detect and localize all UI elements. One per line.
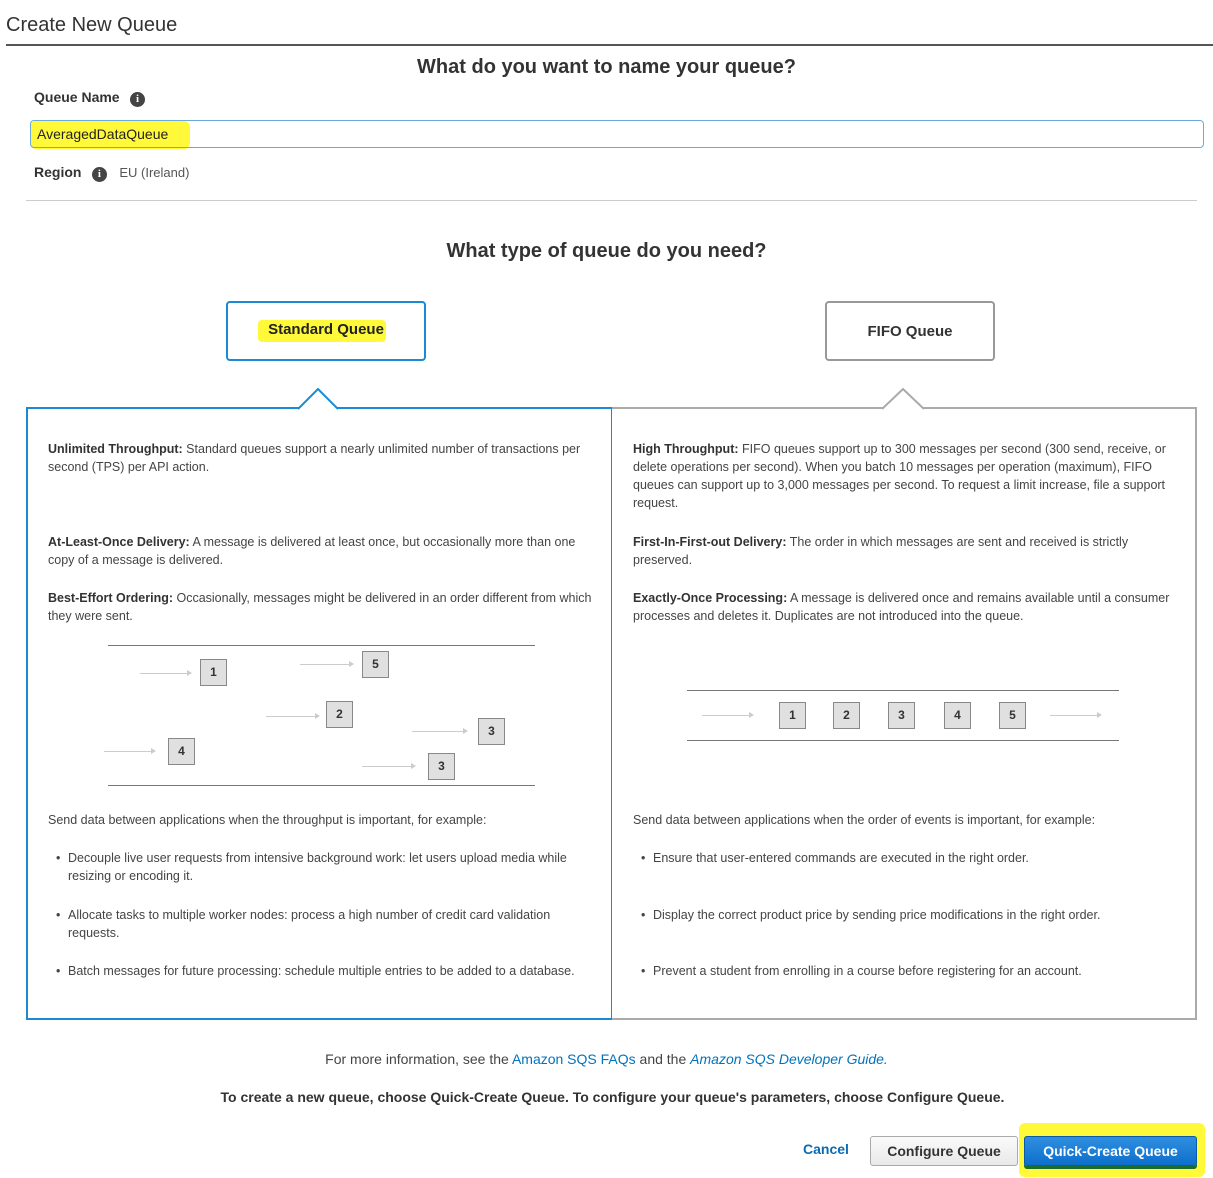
fifo-feature-delivery: First-In-First-out Delivery: The order i…	[633, 535, 1129, 567]
message-box: 3	[478, 718, 505, 745]
sqs-developer-guide-link[interactable]: Amazon SQS Developer Guide	[690, 1051, 884, 1067]
arrow-icon	[300, 661, 354, 667]
message-box: 3	[888, 702, 915, 729]
queue-name-input[interactable]	[30, 120, 1204, 148]
message-box: 5	[362, 651, 389, 678]
arrow-icon	[104, 748, 156, 754]
sqs-faq-link[interactable]: Amazon SQS FAQs	[512, 1051, 636, 1067]
message-box: 3	[428, 753, 455, 780]
region-row: Region i EU (Ireland)	[34, 164, 189, 182]
page-title: Create New Queue	[6, 14, 178, 36]
standard-usage-intro: Send data between applications when the …	[48, 813, 487, 827]
more-info-line: For more information, see the Amazon SQS…	[0, 1051, 1213, 1067]
section-divider	[26, 200, 1197, 201]
arrow-icon	[1050, 712, 1102, 718]
message-box: 5	[999, 702, 1026, 729]
quick-create-queue-button[interactable]: Quick-Create Queue	[1024, 1136, 1197, 1166]
list-item: Ensure that user-entered commands are ex…	[633, 849, 1178, 867]
list-item: Display the correct product price by sen…	[633, 906, 1178, 924]
cancel-button[interactable]: Cancel	[803, 1141, 849, 1157]
list-item: Prevent a student from enrolling in a co…	[633, 962, 1178, 980]
arrow-icon	[362, 763, 416, 769]
standard-queue-label: Standard Queue	[268, 321, 384, 338]
message-box: 2	[326, 701, 353, 728]
list-item: Allocate tasks to multiple worker nodes:…	[48, 906, 593, 942]
info-icon[interactable]: i	[91, 167, 107, 182]
message-box: 4	[944, 702, 971, 729]
fifo-queue-button[interactable]: FIFO Queue	[825, 301, 995, 361]
fifo-usage-intro: Send data between applications when the …	[633, 813, 1096, 827]
info-suffix: .	[883, 1051, 888, 1067]
arrow-icon	[140, 670, 192, 676]
fifo-feature-processing: Exactly-Once Processing: A message is de…	[633, 591, 1170, 623]
message-box: 1	[200, 659, 227, 686]
info-icon[interactable]: i	[130, 92, 146, 107]
diagram-bottom-line	[687, 740, 1119, 741]
info-prefix: For more information, see the	[325, 1051, 509, 1067]
diagram-top-line	[687, 690, 1119, 691]
info-middle: and the	[639, 1051, 687, 1067]
selection-pointer	[298, 388, 338, 410]
arrow-icon	[266, 713, 320, 719]
name-heading: What do you want to name your queue?	[417, 56, 796, 78]
standard-feature-ordering: Best-Effort Ordering: Occasionally, mess…	[48, 591, 592, 623]
fifo-pointer	[882, 388, 924, 410]
title-divider	[6, 44, 1213, 46]
instruction-text: To create a new queue, choose Quick-Crea…	[220, 1089, 1005, 1105]
queue-name-label: Queue Name	[34, 89, 120, 105]
region-label: Region	[34, 164, 82, 180]
queue-name-label-row: Queue Name i	[34, 89, 146, 107]
message-box: 4	[168, 738, 195, 765]
list-item: Decouple live user requests from intensi…	[48, 849, 593, 885]
diagram-top-line	[108, 645, 535, 646]
type-heading: What type of queue do you need?	[446, 240, 767, 262]
standard-feature-delivery: At-Least-Once Delivery: A message is del…	[48, 535, 576, 567]
arrow-icon	[702, 712, 754, 718]
region-value: EU (Ireland)	[119, 165, 190, 180]
arrow-icon	[412, 728, 468, 734]
fifo-feature-throughput: High Throughput: FIFO queues support up …	[633, 442, 1166, 510]
configure-queue-button[interactable]: Configure Queue	[870, 1136, 1018, 1166]
message-box: 2	[833, 702, 860, 729]
list-item: Batch messages for future processing: sc…	[48, 962, 593, 980]
message-box: 1	[779, 702, 806, 729]
diagram-bottom-line	[108, 785, 535, 786]
standard-feature-throughput: Unlimited Throughput: Standard queues su…	[48, 442, 581, 474]
